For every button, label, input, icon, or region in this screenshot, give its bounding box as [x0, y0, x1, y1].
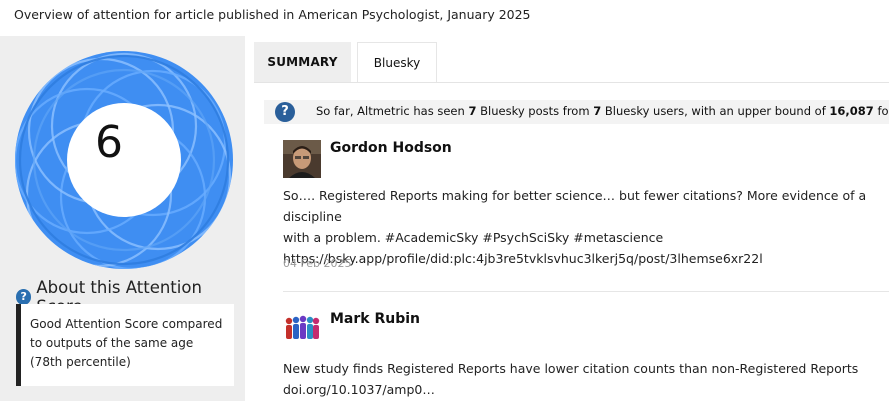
post-link[interactable]: doi.org/10.1037/amp0… — [283, 379, 888, 400]
post-divider — [283, 291, 889, 292]
tab-divider — [254, 82, 889, 83]
post-author[interactable]: Mark Rubin — [330, 311, 420, 327]
overview-title: Overview of attention for article publis… — [14, 7, 531, 22]
score-context-box: Good Attention Score compared to outputs… — [16, 304, 234, 386]
post-text-line: with a problem. #AcademicSky #PsychSciSk… — [283, 230, 664, 245]
attention-score-value: 6 — [95, 117, 123, 168]
post-author[interactable]: Gordon Hodson — [330, 140, 452, 156]
post-text: New study finds Registered Reports have … — [283, 358, 888, 400]
post-text-line: So…. Registered Reports making for bette… — [283, 188, 867, 224]
tab-summary[interactable]: SUMMARY — [254, 42, 351, 82]
help-icon[interactable]: ? — [16, 289, 32, 305]
post-link[interactable]: https://bsky.app/profile/did:plc:4jb3re5… — [283, 248, 888, 269]
post-text-line: New study finds Registered Reports have … — [283, 361, 859, 376]
avatar[interactable] — [283, 140, 321, 178]
info-text: So far, Altmetric has seen 7 Bluesky pos… — [316, 104, 889, 118]
tab-bluesky[interactable]: Bluesky — [357, 42, 437, 82]
post-date: 04 Feb 2025 — [283, 257, 352, 270]
info-banner: ? So far, Altmetric has seen 7 Bluesky p… — [264, 100, 889, 124]
avatar[interactable] — [283, 311, 321, 349]
score-panel: 6 ? About this Attention Score Good Atte… — [0, 36, 245, 401]
help-icon[interactable]: ? — [275, 102, 295, 122]
page-header: Overview of attention for article publis… — [0, 0, 889, 36]
followers-count: 16,087 — [829, 104, 874, 118]
tab-bar: SUMMARY Bluesky — [254, 42, 437, 82]
post-text: So…. Registered Reports making for bette… — [283, 185, 888, 269]
score-context-text: Good Attention Score compared to outputs… — [30, 317, 223, 369]
